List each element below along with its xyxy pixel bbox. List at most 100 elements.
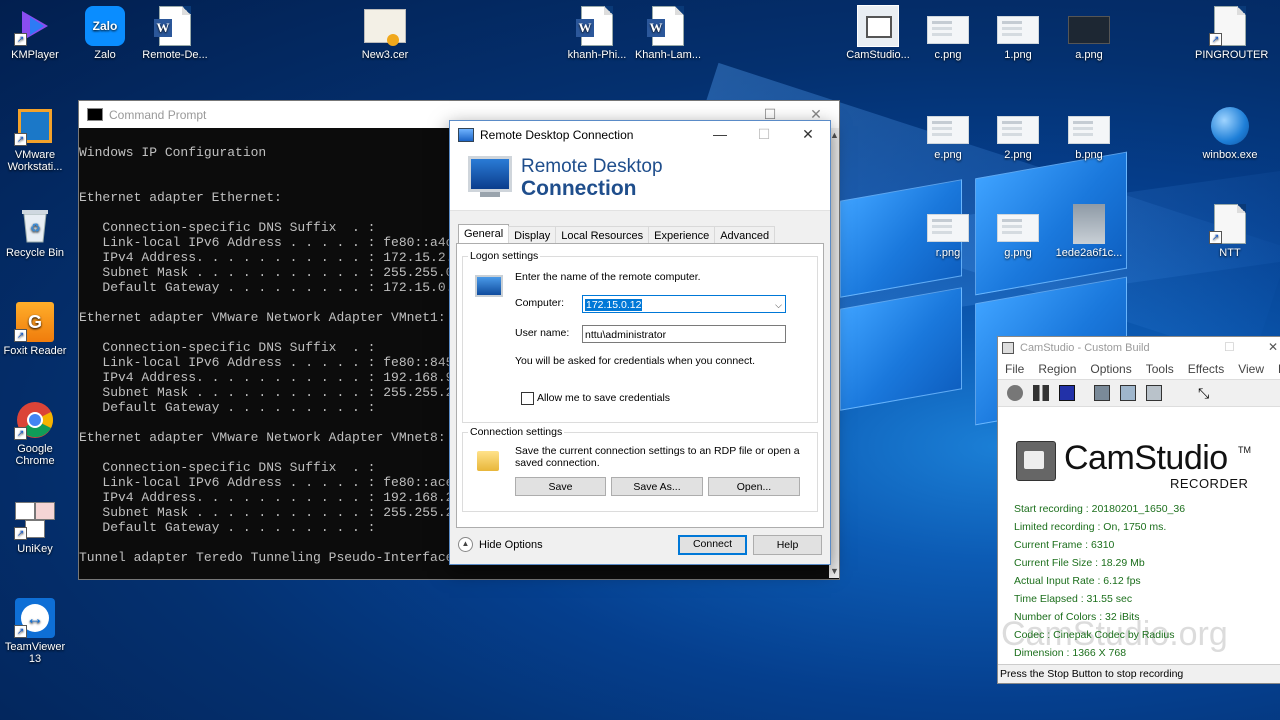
icon-label: Foxit Reader — [3, 345, 67, 357]
username-field[interactable]: nttu\administrator — [582, 325, 786, 343]
icon-label: 1ede2a6f1c... — [1055, 247, 1123, 259]
image-thumbnail-icon — [927, 214, 969, 242]
hide-options-label: Hide Options — [479, 538, 543, 551]
camstudio-window[interactable]: CamStudio - Custom Build ☐ ✕ File Region… — [997, 336, 1280, 684]
image-thumbnail-icon — [1068, 16, 1110, 44]
close-icon[interactable]: ✕ — [786, 121, 830, 148]
menu-help[interactable]: Help — [1271, 359, 1280, 379]
maximize-icon[interactable]: ☐ — [742, 121, 786, 148]
desktop-icon-kmplayer[interactable]: ↗ KMPlayer — [0, 6, 70, 61]
camstudio-menu-bar: File Region Options Tools Effects View H… — [998, 359, 1280, 379]
save-button[interactable]: Save — [515, 477, 606, 496]
desktop-icon-remote-de[interactable]: W Remote-De... — [140, 6, 210, 61]
desktop-icon-camstudio[interactable]: CamStudio... — [843, 5, 913, 61]
scroll-down-icon[interactable]: ▼ — [830, 566, 839, 576]
desktop-icon-pingrouter[interactable]: ↗ PINGROUTER — [1195, 6, 1268, 61]
scroll-up-icon[interactable]: ▲ — [830, 130, 839, 140]
wallpaper-logo-pane — [840, 287, 962, 411]
icon-label: a.png — [1075, 49, 1103, 61]
rdp-title-bar[interactable]: Remote Desktop Connection — ☐ ✕ — [450, 121, 830, 148]
logon-prompt: Enter the name of the remote computer. — [515, 271, 701, 283]
help-button[interactable]: Help — [753, 535, 822, 555]
icon-label: 1.png — [1004, 49, 1032, 61]
menu-tools[interactable]: Tools — [1139, 359, 1181, 379]
menu-effects[interactable]: Effects — [1181, 359, 1231, 379]
desktop-icon-teamviewer[interactable]: ↔ ↗ TeamViewer 13 — [0, 598, 70, 665]
desktop-icon-1ede2a6f1c[interactable]: 1ede2a6f1c... — [1054, 204, 1124, 259]
image-thumbnail-icon — [997, 16, 1039, 44]
monitor-stand — [480, 192, 500, 197]
desktop-icon-google-chrome[interactable]: ↗ Google Chrome — [0, 400, 70, 467]
connect-button[interactable]: Connect — [678, 535, 747, 555]
image-thumbnail-icon — [997, 214, 1039, 242]
connection-settings-legend: Connection settings — [468, 426, 565, 438]
word-document-icon: W — [154, 6, 191, 46]
open-button[interactable]: Open... — [708, 477, 800, 496]
save-as-button[interactable]: Save As... — [611, 477, 703, 496]
camstudio-status-bar: Press the Stop Button to stop recording — [998, 664, 1280, 683]
camstudio-title: CamStudio - Custom Build — [1020, 342, 1150, 354]
cmd-title: Command Prompt — [109, 107, 207, 122]
connection-settings-group: Connection settings Save the current con… — [462, 426, 818, 512]
icon-label: Recycle Bin — [5, 247, 65, 259]
icon-label: Google Chrome — [15, 443, 55, 467]
logon-settings-group: Logon settings Enter the name of the rem… — [462, 250, 818, 423]
desktop: ↗ KMPlayer Zalo Zalo W Remote-De... New3… — [0, 0, 1280, 720]
computer-combobox[interactable]: 172.15.0.12 ⌵ — [582, 295, 786, 313]
stat-limited-recording: Limited recording : On, 1750 ms. — [1014, 521, 1167, 533]
desktop-icon-zalo[interactable]: Zalo Zalo — [70, 6, 140, 61]
icon-label: VMware Workstati... — [7, 149, 63, 173]
chevron-down-icon[interactable]: ⌵ — [775, 296, 782, 314]
desktop-icon-new3-cer[interactable]: New3.cer — [350, 6, 420, 61]
desktop-icon-vmware[interactable]: ↗ VMware Workstati... — [0, 106, 70, 173]
desktop-icon-r-png[interactable]: r.png — [913, 212, 983, 259]
image-thumbnail-icon — [1068, 116, 1110, 144]
icon-label: New3.cer — [361, 49, 409, 61]
allow-save-credentials-label[interactable]: Allow me to save credentials — [537, 392, 670, 404]
desktop-icon-2-png[interactable]: 2.png — [983, 114, 1053, 161]
pause-icon[interactable] — [1033, 385, 1049, 401]
close-icon[interactable]: ✕ — [1268, 340, 1278, 354]
stat-current-file-size: Current File Size : 18.29 Mb — [1014, 557, 1145, 569]
svg-text:♻: ♻ — [30, 221, 41, 235]
maximize-icon[interactable]: ☐ — [1224, 340, 1235, 354]
stop-icon[interactable] — [1059, 385, 1075, 401]
desktop-icon-b-png[interactable]: b.png — [1054, 114, 1124, 161]
settings-icon[interactable] — [1146, 385, 1162, 401]
desktop-icon-unikey[interactable]: ↗ UniKey — [0, 500, 70, 555]
menu-view[interactable]: View — [1231, 359, 1271, 379]
desktop-icon-foxit-reader[interactable]: G ↗ Foxit Reader — [0, 302, 70, 357]
menu-file[interactable]: File — [998, 359, 1031, 379]
remote-desktop-logo-icon — [468, 156, 512, 192]
desktop-icon-winbox[interactable]: winbox.exe — [1195, 106, 1265, 161]
minimize-view-icon[interactable]: ⤡ — [1198, 385, 1214, 401]
desktop-icon-khanh-lam[interactable]: W Khanh-Lam... — [633, 6, 703, 61]
desktop-icon-1-png[interactable]: 1.png — [983, 14, 1053, 61]
desktop-icon-ntt[interactable]: ↗ NTT — [1195, 204, 1265, 259]
hide-options-toggle[interactable]: ▲ Hide Options — [458, 537, 543, 552]
annotation-icon[interactable] — [1120, 385, 1136, 401]
desktop-icon-g-png[interactable]: g.png — [983, 212, 1053, 259]
tab-general[interactable]: General — [458, 224, 510, 245]
desktop-icon-recycle-bin[interactable]: ♻ Recycle Bin — [0, 204, 70, 259]
minimize-icon[interactable]: — — [698, 121, 742, 148]
menu-region[interactable]: Region — [1031, 359, 1083, 379]
remote-desktop-dialog[interactable]: Remote Desktop Connection — ☐ ✕ Remote D… — [449, 120, 831, 565]
region-icon[interactable] — [1094, 385, 1110, 401]
desktop-icon-khanh-phi[interactable]: W khanh-Phi... — [562, 6, 632, 61]
desktop-icon-c-png[interactable]: c.png — [913, 14, 983, 61]
icon-label: e.png — [934, 149, 962, 161]
desktop-icon-e-png[interactable]: e.png — [913, 114, 983, 161]
recycle-bin-icon: ♻ — [22, 210, 48, 243]
allow-save-credentials-checkbox[interactable] — [521, 392, 534, 405]
desktop-icon-a-png[interactable]: a.png — [1054, 14, 1124, 61]
icon-label: Khanh-Lam... — [634, 49, 702, 61]
stat-actual-input-rate: Actual Input Rate : 6.12 fps — [1014, 575, 1141, 587]
camstudio-icon — [857, 5, 899, 47]
credentials-note: You will be asked for credentials when y… — [515, 355, 756, 367]
menu-options[interactable]: Options — [1083, 359, 1138, 379]
record-icon[interactable] — [1007, 385, 1023, 401]
stat-dimension: Dimension : 1366 X 768 — [1014, 647, 1127, 659]
computer-label: Computer: — [515, 297, 565, 309]
camstudio-title-bar[interactable]: CamStudio - Custom Build ☐ ✕ — [998, 337, 1280, 359]
